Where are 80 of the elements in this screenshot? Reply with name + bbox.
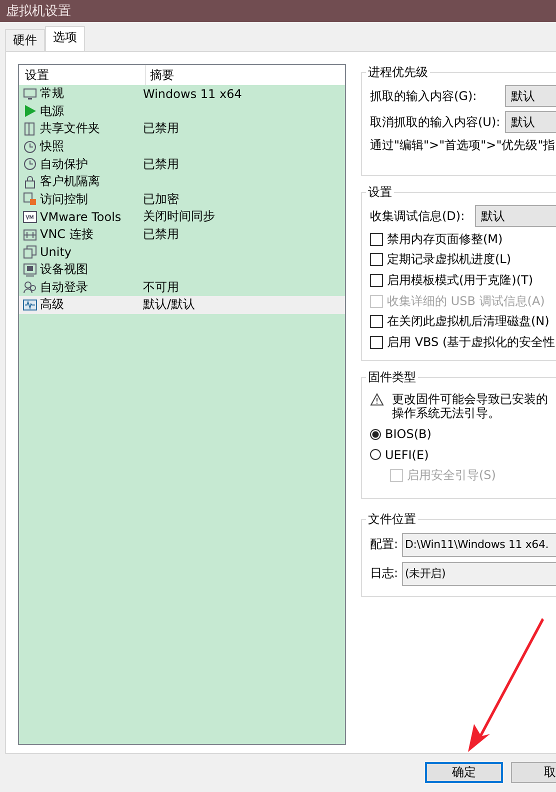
tab[interactable]: 硬件: [5, 29, 45, 51]
path-field[interactable]: (未开启): [402, 562, 556, 586]
group-title: 固件类型: [367, 369, 417, 386]
setting-name: 高级: [40, 296, 64, 314]
setting-summary: 已禁用: [143, 226, 179, 244]
field-label: 抓取的输入内容(G):: [370, 88, 478, 104]
tab[interactable]: 选项: [45, 26, 85, 51]
group-title: 设置: [367, 184, 393, 201]
setting-name: 常规: [40, 85, 64, 102]
setting-name: 快照: [40, 138, 64, 156]
setting-summary: 已禁用: [143, 156, 179, 173]
list-row[interactable]: VNC 连接 已禁用: [19, 226, 345, 244]
setting-summary: Windows 11 x64: [143, 86, 242, 101]
list-row[interactable]: 访问控制 已加密: [19, 190, 345, 208]
list-row[interactable]: 共享文件夹 已禁用: [19, 120, 345, 138]
setting-name: 自动登录: [40, 278, 88, 296]
checkbox-label[interactable]: 定期记录虚拟机进度(L): [387, 251, 512, 268]
setting-name: 电源: [40, 102, 64, 120]
setting-name: VMware Tools: [40, 210, 122, 224]
list-row[interactable]: 设备视图: [19, 260, 345, 279]
setting-summary: 默认/默认: [143, 296, 196, 314]
radio-button[interactable]: [370, 428, 381, 440]
checkbox[interactable]: [370, 336, 383, 349]
list-row[interactable]: 自动保护 已禁用: [19, 155, 345, 173]
setting-name: 访问控制: [40, 190, 88, 208]
setting-name: 客户机隔离: [40, 173, 100, 190]
vm-icon: [23, 210, 37, 224]
setting-name: 设备视图: [40, 261, 88, 278]
list-row[interactable]: 常规 Windows 11 x64: [19, 85, 345, 103]
checkbox-label[interactable]: 启用模板模式(用于克隆)(T): [387, 272, 534, 289]
field-label: 配置:: [370, 536, 400, 553]
path-field[interactable]: D:\Win11\Windows 11 x64.: [402, 532, 556, 556]
window-title: 虚拟机设置: [6, 3, 71, 20]
setting-name: 共享文件夹: [40, 120, 100, 138]
list-row[interactable]: 快照: [19, 138, 345, 156]
field-label: 日志:: [370, 565, 400, 582]
users-icon: [23, 280, 37, 294]
dropdown[interactable]: 默认: [505, 85, 556, 107]
clock-icon: [23, 140, 37, 154]
field-label: 取消抓取的输入内容(U):: [370, 114, 502, 130]
pulse-icon: [23, 298, 37, 312]
warning-text: 操作系统无法引导。: [392, 406, 501, 420]
list-row[interactable]: 自动登录 不可用: [19, 278, 345, 296]
hint-text: 通过"编辑">"首选项">"优先级"指: [370, 137, 556, 154]
checkbox[interactable]: [370, 274, 383, 287]
radio-label[interactable]: UEFI(E): [385, 448, 429, 462]
setting-summary: 不可用: [143, 278, 179, 296]
setting-name: 自动保护: [40, 156, 88, 173]
setting-summary: 已加密: [143, 190, 179, 208]
list-row[interactable]: Unity: [19, 243, 345, 261]
setting-name: Unity: [40, 245, 72, 260]
list-row[interactable]: 高级 默认/默认: [19, 296, 345, 314]
radio-button[interactable]: [370, 449, 381, 460]
dropdown[interactable]: 默认: [505, 111, 556, 133]
checkbox[interactable]: [370, 315, 383, 328]
monitor-icon: [23, 86, 37, 101]
warning-text: 更改固件可能会导致已安装的: [392, 392, 548, 406]
checkbox-label[interactable]: 禁用内存页面修整(M): [387, 230, 503, 248]
column-header[interactable]: 设置: [19, 65, 146, 85]
checkbox-label[interactable]: 启用 VBS (基于虚拟化的安全性: [387, 334, 556, 351]
dropdown[interactable]: 默认: [475, 205, 556, 227]
group-title: 进程优先级: [367, 64, 429, 81]
setting-summary: 已禁用: [143, 120, 179, 138]
column-header[interactable]: 摘要: [146, 65, 174, 85]
field-label: 收集调试信息(D):: [370, 208, 466, 224]
device-icon: [23, 262, 37, 277]
group-title: 文件位置: [367, 511, 417, 528]
list-row[interactable]: 电源: [19, 102, 345, 120]
checkbox[interactable]: [370, 232, 383, 246]
setting-summary: 关闭时间同步: [143, 208, 215, 226]
warning-icon: [370, 393, 384, 406]
setting-name: VNC 连接: [40, 226, 94, 244]
cancel-button[interactable]: 取: [511, 762, 556, 783]
ok-button[interactable]: 确定: [425, 762, 503, 783]
radio-label[interactable]: BIOS(B): [385, 427, 432, 442]
checkbox[interactable]: [370, 253, 383, 266]
checkbox-label[interactable]: 在关闭此虚拟机后清理磁盘(N): [387, 313, 550, 330]
list-row[interactable]: VMware Tools 关闭时间同步: [19, 208, 345, 226]
play-icon: [23, 104, 37, 118]
list-row[interactable]: 客户机隔离: [19, 172, 345, 191]
